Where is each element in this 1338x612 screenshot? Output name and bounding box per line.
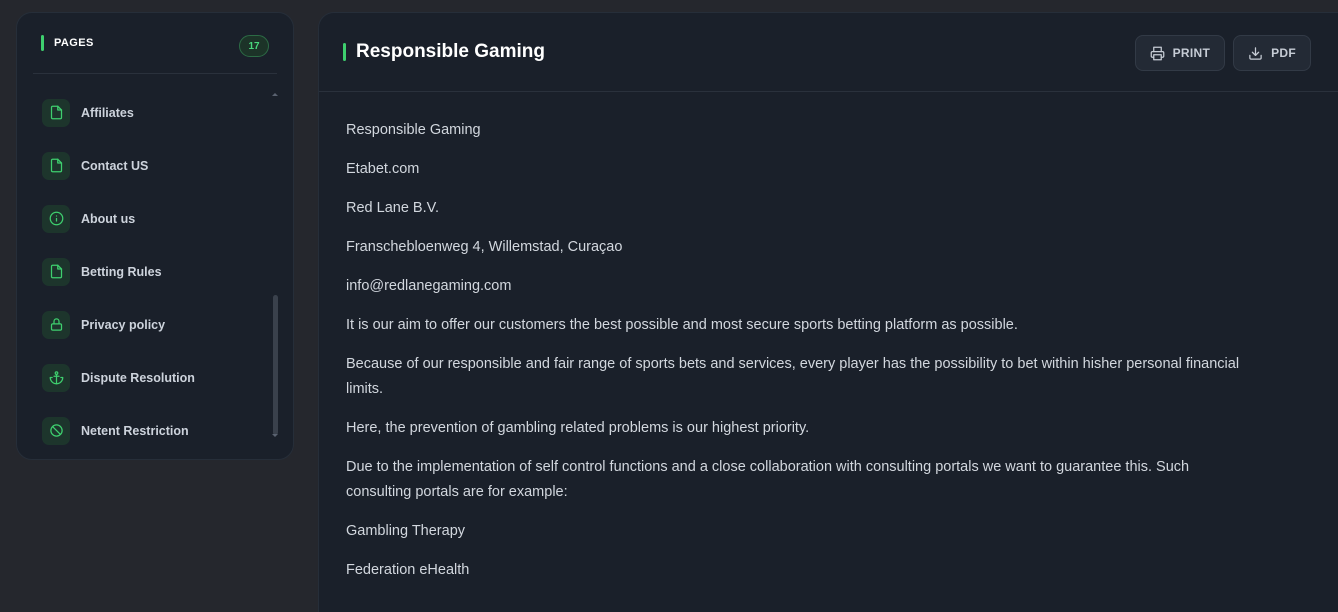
page-content: Responsible Gaming Etabet.com Red Lane B… [319, 92, 1279, 583]
print-button[interactable]: PRINT [1134, 35, 1226, 71]
ban-icon [42, 416, 70, 445]
content-paragraph: Etabet.com [346, 161, 420, 177]
pages-sidebar: PAGES 17 Affiliates Contact US About us [16, 12, 294, 460]
pdf-label: PDF [1271, 46, 1296, 60]
accent-bar [343, 43, 346, 61]
sidebar-item-label: Contact US [81, 158, 149, 173]
lock-icon [42, 310, 70, 339]
sidebar-item-privacy-policy[interactable]: Privacy policy [17, 298, 293, 351]
document-icon [42, 98, 70, 127]
sidebar-item-label: Betting Rules [81, 264, 162, 279]
anchor-icon [42, 363, 70, 392]
scroll-down-icon[interactable] [272, 434, 278, 437]
scroll-up-icon[interactable] [272, 93, 278, 96]
sidebar-item-label: Privacy policy [81, 317, 166, 332]
page-title: Responsible Gaming [356, 41, 545, 62]
sidebar-item-label: Dispute Resolution [81, 370, 195, 385]
pages-count-badge: 17 [239, 35, 269, 57]
sidebar-item-affiliates[interactable]: Affiliates [17, 86, 293, 139]
sidebar-item-contact-us[interactable]: Contact US [17, 139, 293, 192]
content-paragraph: Responsible Gaming [346, 122, 481, 138]
printer-icon [1150, 46, 1164, 60]
sidebar-list: Affiliates Contact US About us Betting R… [17, 74, 293, 457]
pdf-button[interactable]: PDF [1233, 35, 1311, 71]
sidebar-item-netent-restriction[interactable]: Netent Restriction [17, 404, 293, 457]
content-header: Responsible Gaming PRINT PDF [319, 13, 1338, 92]
sidebar-header: PAGES 17 [17, 13, 293, 73]
sidebar-item-about-us[interactable]: About us [17, 192, 293, 245]
sidebar-scrollbar[interactable] [272, 93, 278, 453]
content-paragraph: Red Lane B.V. [346, 200, 439, 216]
content-paragraph: Gambling Therapy [346, 523, 466, 539]
content-paragraph: It is our aim to offer our customers the… [346, 317, 1018, 333]
document-icon [42, 151, 70, 180]
sidebar-item-label: Netent Restriction [81, 423, 189, 438]
content-panel: Responsible Gaming PRINT PDF Responsible… [318, 12, 1338, 612]
document-icon [42, 257, 70, 286]
sidebar-item-label: About us [81, 211, 136, 226]
content-paragraph: info@redlanegaming.com [346, 278, 512, 294]
download-icon [1249, 46, 1262, 60]
sidebar-item-betting-rules[interactable]: Betting Rules [17, 245, 293, 298]
info-icon [42, 204, 70, 233]
sidebar-item-dispute-resolution[interactable]: Dispute Resolution [17, 351, 293, 404]
sidebar-item-label: Affiliates [81, 105, 134, 120]
content-paragraph: Due to the implementation of self contro… [346, 459, 1190, 500]
scroll-thumb[interactable] [273, 295, 278, 435]
sidebar-title: PAGES [54, 37, 94, 49]
print-label: PRINT [1172, 46, 1211, 60]
content-paragraph: Federation eHealth [346, 562, 470, 578]
content-paragraph: Franschebloenweg 4, Willemstad, Curaçao [346, 239, 623, 255]
content-paragraph: Here, the prevention of gambling related… [346, 420, 810, 436]
content-paragraph: Because of our responsible and fair rang… [346, 356, 1240, 397]
accent-bar [41, 35, 44, 51]
header-actions: PRINT PDF [1134, 35, 1311, 71]
